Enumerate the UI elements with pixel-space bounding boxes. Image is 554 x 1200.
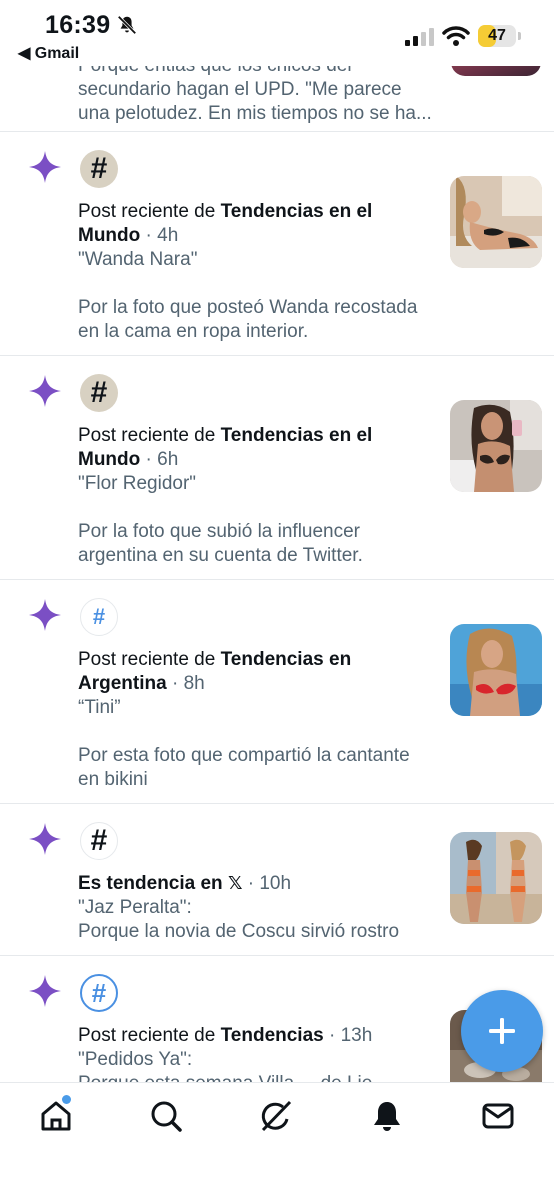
- item-thumbnail[interactable]: [450, 400, 542, 492]
- sparkle-icon: [29, 823, 61, 855]
- item-source[interactable]: Mundo: [78, 449, 140, 470]
- notification-item[interactable]: # Post reciente de Tendencias en el Mund…: [0, 355, 554, 579]
- home-unread-dot: [62, 1095, 71, 1104]
- notification-body: Es tendencia en 𝕏 · 10h "Jaz Peralta": P…: [78, 872, 438, 944]
- notification-body: Post reciente de Tendencias en el Mundo …: [78, 200, 438, 344]
- item-topic: "Wanda Nara": [78, 249, 198, 270]
- notification-item[interactable]: # Post reciente de Tendencias en Argenti…: [0, 579, 554, 803]
- hashtag-icon: #: [80, 598, 118, 636]
- search-icon[interactable]: [149, 1099, 183, 1133]
- item-topic: "Flor Regidor": [78, 473, 197, 494]
- x-logo-icon: 𝕏: [227, 873, 243, 894]
- status-time: 16:39: [45, 11, 111, 39]
- item-description: en bikini: [78, 769, 148, 790]
- item-topic: "Pedidos Ya":: [78, 1049, 193, 1070]
- item-time: · 8h: [166, 673, 205, 694]
- hashtag-icon: #: [80, 374, 118, 412]
- battery-indicator: 47: [478, 25, 516, 47]
- item-description: argentina en su cuenta de Twitter.: [78, 545, 363, 566]
- item-thumbnail[interactable]: [450, 176, 542, 268]
- item-description: Por la foto que subió la influencer: [78, 521, 361, 542]
- item-prefix: Post reciente de: [78, 649, 221, 670]
- previous-line: una pelotudez. En mis tiempos no se ha..…: [78, 103, 432, 124]
- item-time: · 6h: [140, 449, 179, 470]
- notification-item[interactable]: # Es tendencia en 𝕏 · 10h "Jaz Peralta":…: [0, 803, 554, 955]
- item-prefix: Post reciente de: [78, 201, 221, 222]
- item-prefix: Post reciente de: [78, 425, 221, 446]
- previous-line: secundario hagan el UPD. "Me parece: [78, 79, 402, 100]
- bell-icon[interactable]: [370, 1099, 404, 1133]
- item-time: · 13h: [323, 1025, 373, 1046]
- trend-label: Es tendencia en: [78, 873, 228, 894]
- item-time: · 10h: [242, 873, 292, 894]
- wifi-icon: [442, 26, 470, 46]
- sparkle-icon: [29, 975, 61, 1007]
- sparkle-icon: [29, 151, 61, 183]
- item-description: Porque esta semana Villa ... de Lie: [78, 1072, 438, 1082]
- item-source[interactable]: Tendencias en: [221, 649, 352, 670]
- item-source[interactable]: Argentina: [78, 673, 167, 694]
- back-to-app-link[interactable]: ◀ Gmail: [18, 43, 79, 63]
- item-prefix: Post reciente de: [78, 1025, 221, 1046]
- item-topic: “Tini”: [78, 697, 121, 718]
- back-app-label: Gmail: [34, 45, 80, 62]
- notifications-feed[interactable]: Porque entiás que los chicos del secunda…: [0, 66, 554, 1082]
- item-source[interactable]: Tendencias: [221, 1025, 324, 1046]
- previous-thumbnail[interactable]: [451, 66, 541, 76]
- mail-icon[interactable]: [481, 1099, 515, 1133]
- battery-percent: 47: [488, 27, 506, 44]
- hashtag-icon: #: [80, 150, 118, 188]
- status-bar: 16:39 ◀ Gmail 47: [0, 0, 554, 66]
- item-description: Por la foto que posteó Wanda recostada: [78, 297, 418, 318]
- home-icon[interactable]: [39, 1099, 73, 1133]
- cell-signal-icon: [405, 28, 434, 46]
- item-thumbnail[interactable]: [450, 832, 542, 924]
- notification-body: Post reciente de Tendencias en el Mundo …: [78, 424, 438, 568]
- notification-item[interactable]: # Post reciente de Tendencias en el Mund…: [0, 131, 554, 355]
- plus-icon: [489, 1018, 515, 1044]
- previous-item-text[interactable]: Porque entiás que los chicos del secunda…: [78, 66, 448, 126]
- previous-line: Porque entiás que los chicos del: [78, 66, 448, 78]
- item-source[interactable]: Mundo: [78, 225, 140, 246]
- battery-cap: [518, 32, 521, 40]
- item-topic: "Jaz Peralta":: [78, 897, 192, 918]
- sparkle-icon: [29, 599, 61, 631]
- hashtag-icon: #: [80, 974, 118, 1012]
- item-description: Porque la novia de Coscu sirvió rostro: [78, 921, 400, 942]
- hashtag-icon: #: [80, 822, 118, 860]
- compose-button[interactable]: [461, 990, 543, 1072]
- item-time: · 4h: [140, 225, 179, 246]
- notification-body: Post reciente de Tendencias en Argentina…: [78, 648, 438, 792]
- notification-body: Post reciente de Tendencias · 13h "Pedid…: [78, 1024, 438, 1082]
- bell-off-icon: [117, 15, 137, 35]
- item-description: Por esta foto que compartió la cantante: [78, 745, 410, 766]
- bottom-tab-bar: [0, 1082, 554, 1200]
- item-description: en la cama en ropa interior.: [78, 321, 309, 342]
- item-thumbnail[interactable]: [450, 624, 542, 716]
- item-source[interactable]: Tendencias en el: [221, 201, 373, 222]
- item-source[interactable]: Tendencias en el: [221, 425, 373, 446]
- sparkle-icon: [29, 375, 61, 407]
- grok-icon[interactable]: [259, 1099, 293, 1133]
